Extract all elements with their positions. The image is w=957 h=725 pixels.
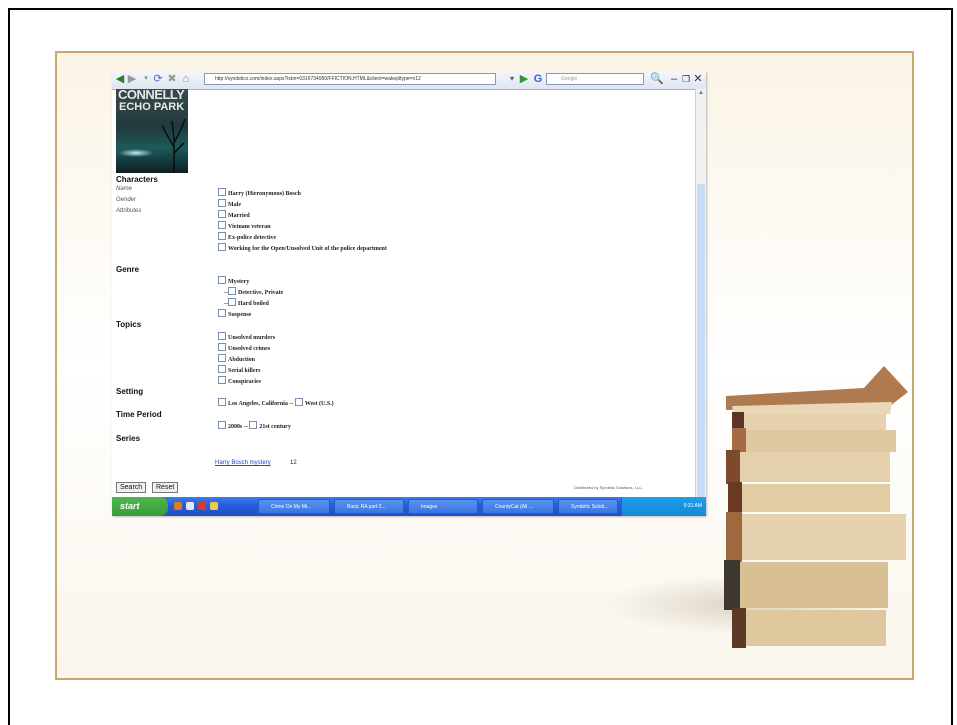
go-icon[interactable]: ▶: [518, 73, 530, 85]
quicklaunch-icon[interactable]: [210, 502, 218, 510]
checkbox[interactable]: [218, 232, 226, 240]
series-count: 12: [290, 460, 297, 466]
firefox-icon[interactable]: [174, 502, 182, 510]
checkbox[interactable]: [218, 343, 226, 351]
quicklaunch-icon[interactable]: [186, 502, 194, 510]
taskbar-item[interactable]: Basic RA part 2...: [334, 499, 404, 514]
character-item[interactable]: Married: [218, 210, 250, 219]
character-item[interactable]: Ex-police detective: [218, 232, 276, 241]
series-link[interactable]: Harry Bosch mystery: [215, 460, 271, 466]
google-icon[interactable]: G: [532, 73, 544, 85]
taskbar-item[interactable]: CountyCat (All ...: [482, 499, 554, 514]
forward-icon[interactable]: ▶: [126, 73, 138, 85]
book-top: [726, 366, 908, 416]
refresh-icon[interactable]: ⟳: [152, 73, 164, 85]
clock: 9:31 AM: [683, 503, 702, 509]
book-2: [732, 412, 886, 432]
cover-light: [118, 149, 154, 157]
genre-item[interactable]: -- Hard boiled: [224, 298, 269, 307]
start-button[interactable]: start: [112, 497, 168, 516]
genre-item[interactable]: Mystery: [218, 276, 249, 285]
distributor-note: Distributed by Syndetic Solutions, LLC.: [574, 485, 644, 490]
book-6: [726, 512, 906, 562]
character-item[interactable]: Male: [218, 199, 241, 208]
topic-item[interactable]: Serial killers: [218, 365, 261, 374]
checkbox[interactable]: [249, 421, 258, 429]
go-dropdown-icon[interactable]: ▾: [506, 73, 518, 85]
topic-item[interactable]: Unsolved crimes: [218, 343, 270, 352]
setting-item[interactable]: Los Angeles, California -- West (U.S.): [218, 398, 334, 407]
reset-button[interactable]: Reset: [152, 482, 179, 493]
name-label: Name: [116, 186, 133, 192]
character-item[interactable]: Harry (Hieronymous) Bosch: [218, 188, 301, 197]
taskbar-item[interactable]: Images: [408, 499, 478, 514]
book-4: [726, 450, 890, 484]
checkbox[interactable]: [218, 398, 226, 406]
checkbox[interactable]: [218, 188, 226, 196]
attributes-label: Attributes: [116, 208, 142, 214]
character-item[interactable]: Vietnam veteran: [218, 221, 271, 230]
book-5: [728, 482, 890, 514]
checkbox[interactable]: [218, 210, 226, 218]
minimize-icon[interactable]: –: [668, 73, 680, 85]
checkbox[interactable]: [218, 332, 226, 340]
browser-window: ◀ ▶ ▾ ⟳ ✖ ⌂ http://syndetics.com/index.a…: [112, 71, 706, 516]
tree-icon: [161, 118, 186, 173]
book-7: [724, 560, 888, 610]
taskbar-item[interactable]: Syndetic Solub...: [558, 499, 618, 514]
checkbox[interactable]: [218, 243, 226, 251]
setting-heading: Setting: [116, 387, 144, 396]
taskbar-item[interactable]: Crime On My Mi...: [258, 499, 330, 514]
checkbox[interactable]: [294, 398, 303, 406]
stop-icon[interactable]: ✖: [166, 73, 178, 85]
topic-item[interactable]: Abduction: [218, 354, 255, 363]
checkbox[interactable]: [218, 309, 226, 317]
scroll-up-icon[interactable]: ▲: [697, 89, 705, 97]
checkbox[interactable]: [218, 421, 226, 429]
quicklaunch-icon[interactable]: [198, 502, 206, 510]
home-icon[interactable]: ⌂: [180, 73, 192, 85]
genre-item[interactable]: -- Detective, Private: [224, 287, 283, 296]
topic-item[interactable]: Conspiracies: [218, 376, 261, 385]
restore-icon[interactable]: ❐: [680, 73, 692, 85]
time-period-heading: Time Period: [116, 410, 162, 419]
checkbox[interactable]: [218, 354, 226, 362]
topics-heading: Topics: [116, 320, 142, 329]
time-period-item[interactable]: 2000s -- 21st century: [218, 421, 291, 430]
cover-title: ECHO PARK: [119, 101, 185, 113]
checkbox[interactable]: [228, 287, 236, 295]
character-item[interactable]: Working for the Open/Unsolved Unit of th…: [218, 243, 387, 252]
search-button[interactable]: Search: [116, 482, 147, 493]
vertical-scrollbar[interactable]: ▲: [695, 89, 706, 497]
genre-heading: Genre: [116, 265, 140, 274]
topic-item[interactable]: Unsolved murders: [218, 332, 275, 341]
checkbox[interactable]: [228, 298, 236, 306]
book-cover-image: CONNELLY ECHO PARK: [116, 89, 188, 173]
back-icon[interactable]: ◀: [114, 73, 126, 85]
series-heading: Series: [116, 434, 141, 443]
scroll-thumb[interactable]: [697, 184, 705, 497]
system-tray: 9:31 AM: [621, 497, 706, 516]
search-icon[interactable]: 🔍: [650, 73, 664, 85]
checkbox[interactable]: [218, 276, 226, 284]
stacked-books-image: [724, 366, 908, 648]
gender-label: Gender: [116, 197, 137, 203]
book-3: [732, 428, 896, 454]
page-content: CONNELLY ECHO PARK Characters Name Gende…: [112, 89, 696, 497]
genre-item[interactable]: Suspense: [218, 309, 251, 318]
book-8: [732, 608, 886, 648]
checkbox[interactable]: [218, 376, 226, 384]
browser-toolbar: ◀ ▶ ▾ ⟳ ✖ ⌂ http://syndetics.com/index.a…: [112, 71, 706, 90]
dropdown-icon[interactable]: ▾: [140, 73, 152, 85]
checkbox[interactable]: [218, 221, 226, 229]
checkbox[interactable]: [218, 199, 226, 207]
address-bar[interactable]: http://syndetics.com/index.aspx?isbn=031…: [204, 73, 496, 85]
windows-taskbar: start Crime On My Mi... Basic RA part 2.…: [112, 497, 706, 516]
checkbox[interactable]: [218, 365, 226, 373]
close-icon[interactable]: ✕: [692, 73, 704, 85]
search-input[interactable]: Google: [546, 73, 644, 85]
characters-heading: Characters: [116, 175, 158, 184]
